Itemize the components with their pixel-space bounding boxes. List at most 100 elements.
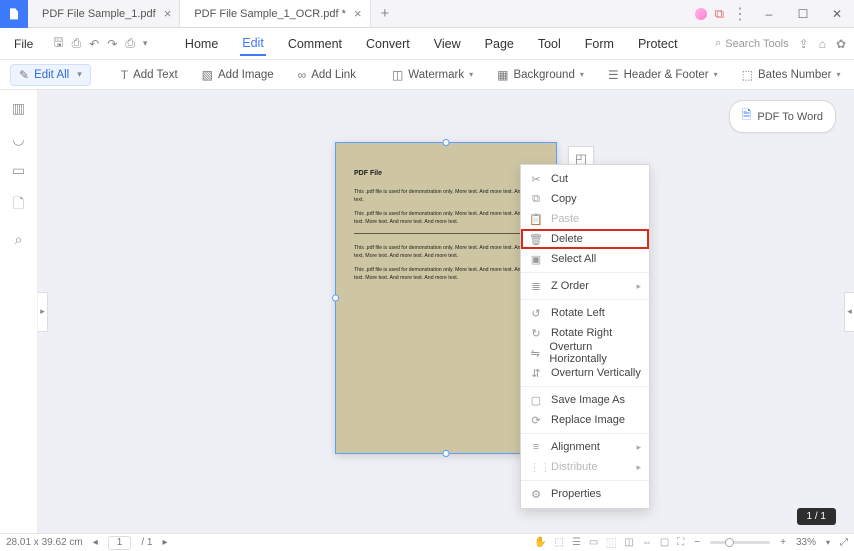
chevron-down-icon: ▾ xyxy=(714,70,718,79)
zoom-in-icon[interactable]: + xyxy=(780,537,786,548)
prev-page-icon[interactable]: ◂ xyxy=(93,537,98,548)
bookmarks-icon[interactable]: ◡ xyxy=(12,131,24,148)
label: Bates Number xyxy=(758,69,832,81)
add-tab-button[interactable]: + xyxy=(371,0,400,27)
background-button[interactable]: ▦Background▾ xyxy=(491,65,590,85)
add-link-button[interactable]: ∞Add Link xyxy=(292,65,362,85)
two-page-icon[interactable]: ◫ xyxy=(624,537,633,548)
ctx-replace-image[interactable]: ⟳Replace Image xyxy=(521,410,649,430)
left-sidebar: ▥ ◡ ▭ 🗋 ⌕ xyxy=(0,90,38,533)
ctx-overturn-v[interactable]: ⇵Overturn Vertically xyxy=(521,363,649,383)
tab-view[interactable]: View xyxy=(432,33,463,55)
select-all-icon: ▣ xyxy=(529,253,543,266)
window-close[interactable] xyxy=(824,3,850,25)
account-avatar[interactable] xyxy=(695,8,707,20)
ctx-cut[interactable]: ✂ Cut xyxy=(521,169,649,189)
canvas-area[interactable]: 🗎 PDF To Word PDF File This .pdf file is… xyxy=(38,90,854,533)
chevron-down-icon[interactable]: ▾ xyxy=(826,538,830,547)
close-icon[interactable]: × xyxy=(354,6,362,21)
edit-all-button[interactable]: ✎ Edit All ▾ xyxy=(10,64,91,86)
left-collapse-handle[interactable]: ▸ xyxy=(38,292,48,332)
settings-icon[interactable]: ✿ xyxy=(836,37,846,51)
ctx-select-all[interactable]: ▣Select All xyxy=(521,249,649,269)
watermark-button[interactable]: ◫Watermark▾ xyxy=(386,65,479,85)
ctx-rotate-left[interactable]: ↺Rotate Left xyxy=(521,303,649,323)
tab-convert[interactable]: Convert xyxy=(364,33,412,55)
single-page-icon[interactable]: ▭ xyxy=(589,537,598,548)
label: PDF To Word xyxy=(757,111,823,123)
tab-home[interactable]: Home xyxy=(183,33,220,55)
read-mode-icon[interactable]: ☰ xyxy=(572,537,581,548)
select-tool-icon[interactable]: ⬚ xyxy=(555,537,564,548)
bates-number-button[interactable]: ⬚Bates Number▾ xyxy=(736,65,847,85)
print2-icon[interactable]: ⎙ xyxy=(125,36,135,51)
print-icon[interactable]: ⎙ xyxy=(72,36,82,51)
ctx-overturn-h[interactable]: ⇋Overturn Horizontally xyxy=(521,343,649,363)
window-controls: ⧉ ⋮ xyxy=(691,3,854,25)
chevron-down-icon: ▾ xyxy=(469,70,473,79)
tab-document-1[interactable]: PDF File Sample_1.pdf × xyxy=(28,0,180,27)
ribbon: ✎ Edit All ▾ TAdd Text ▧Add Image ∞Add L… xyxy=(0,60,854,90)
pdf-to-word-button[interactable]: 🗎 PDF To Word xyxy=(729,100,836,133)
header-footer-button[interactable]: ☰Header & Footer▾ xyxy=(602,65,724,85)
ctx-alignment[interactable]: ≡Alignment▸ xyxy=(521,437,649,457)
ctx-rotate-right[interactable]: ↻Rotate Right xyxy=(521,323,649,343)
label: Cut xyxy=(551,173,568,185)
search-tools[interactable]: ⌕ Search Tools xyxy=(715,37,789,50)
file-menu[interactable]: File xyxy=(8,35,39,53)
image-icon: ▧ xyxy=(202,68,213,82)
kebab-menu-icon[interactable]: ⋮ xyxy=(732,4,748,24)
cut-icon: ✂ xyxy=(529,173,543,186)
flip-h-icon: ⇋ xyxy=(529,347,541,360)
next-page-icon[interactable]: ▸ xyxy=(162,537,167,548)
tab-form[interactable]: Form xyxy=(583,33,616,55)
tab-protect[interactable]: Protect xyxy=(636,33,680,55)
resize-handle-bottom[interactable] xyxy=(443,450,450,457)
zoom-value[interactable]: 33% xyxy=(796,537,816,548)
ctx-z-order[interactable]: ≣Z Order▸ xyxy=(521,276,649,296)
thumbnails-icon[interactable]: ▥ xyxy=(12,100,25,117)
tab-document-2[interactable]: PDF File Sample_1_OCR.pdf * × xyxy=(180,0,370,27)
tab-comment[interactable]: Comment xyxy=(286,33,344,55)
zoom-slider[interactable] xyxy=(710,541,770,544)
flip-v-icon: ⇵ xyxy=(529,367,543,380)
tab-tool[interactable]: Tool xyxy=(536,33,563,55)
ctx-properties[interactable]: ⚙Properties xyxy=(521,484,649,504)
fit-page-icon[interactable]: ▢ xyxy=(660,537,669,548)
app-icon[interactable] xyxy=(0,0,28,28)
ctx-paste: 📋Paste xyxy=(521,209,649,229)
right-collapse-handle[interactable]: ◂ xyxy=(844,292,854,332)
ctx-save-image-as[interactable]: ▢Save Image As xyxy=(521,390,649,410)
search-panel-icon[interactable]: ⌕ xyxy=(15,231,23,248)
fullscreen-icon[interactable]: ⛶ xyxy=(677,537,684,548)
share-icon[interactable]: ⇪ xyxy=(799,37,809,51)
save-icon[interactable]: 🖫 xyxy=(53,33,63,54)
comments-icon[interactable]: ▭ xyxy=(12,162,25,179)
tab-edit[interactable]: Edit xyxy=(240,32,266,56)
attachments-icon[interactable]: 🗋 xyxy=(13,193,24,217)
window-maximize[interactable] xyxy=(790,3,816,25)
page-number-input[interactable]: 1 xyxy=(108,536,132,550)
close-icon[interactable]: × xyxy=(164,6,172,21)
expand-viewport-icon[interactable]: ⤢ xyxy=(840,537,848,548)
label: Rotate Right xyxy=(551,327,612,339)
label: Add Link xyxy=(311,69,356,81)
ctx-copy[interactable]: ⧉Copy xyxy=(521,189,649,209)
fit-width-icon[interactable]: ⇔ xyxy=(642,537,652,548)
ctx-delete[interactable]: 🗑Delete xyxy=(521,229,649,249)
add-image-button[interactable]: ▧Add Image xyxy=(196,65,280,85)
slider-knob[interactable] xyxy=(725,538,734,547)
undo-icon[interactable]: ↶ xyxy=(89,37,99,51)
zoom-out-icon[interactable]: − xyxy=(694,537,700,548)
label: Edit All xyxy=(34,69,69,81)
expand-icon[interactable]: ⧉ xyxy=(715,6,724,22)
hand-tool-icon[interactable]: ✋ xyxy=(534,537,546,548)
page-paragraph: This .pdf file is used for demonstration… xyxy=(354,267,538,282)
tab-page[interactable]: Page xyxy=(483,33,516,55)
window-minimize[interactable] xyxy=(756,3,782,25)
cloud-icon[interactable]: ⌂ xyxy=(819,37,826,51)
add-text-button[interactable]: TAdd Text xyxy=(115,65,184,85)
redo-icon[interactable]: ↷ xyxy=(107,37,117,51)
continuous-icon[interactable]: ⿲ xyxy=(606,535,616,550)
background-icon: ▦ xyxy=(497,68,508,82)
